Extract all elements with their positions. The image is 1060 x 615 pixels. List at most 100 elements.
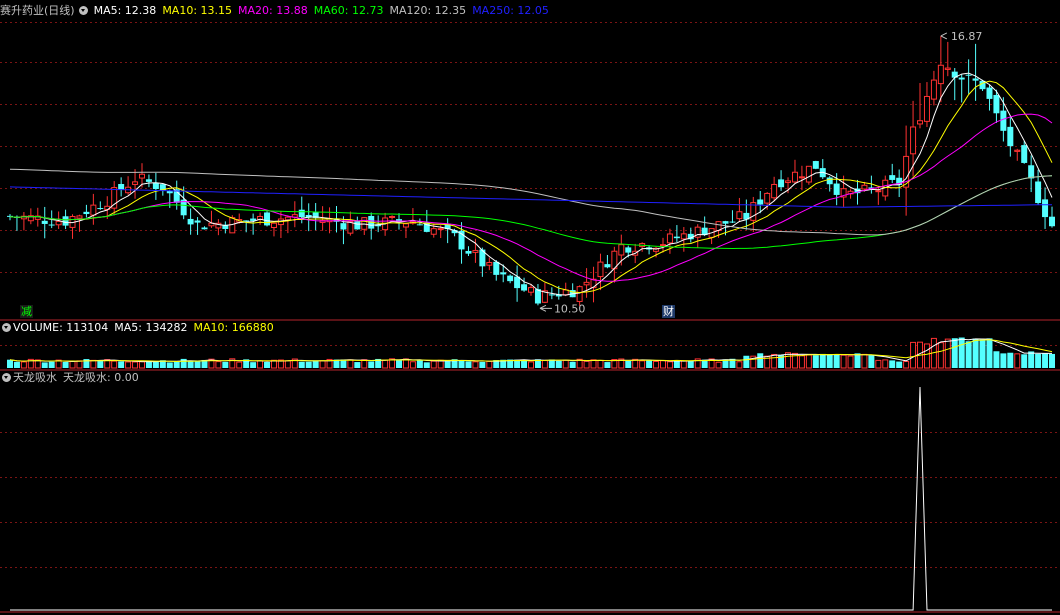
volume-bar	[76, 360, 83, 369]
candle-down	[1042, 199, 1049, 218]
candle-down	[264, 212, 271, 226]
low-label: 10.50	[554, 302, 586, 315]
volume-bar	[1007, 352, 1014, 368]
candle-up	[917, 120, 924, 125]
candle-up	[528, 287, 534, 293]
high-arrow	[940, 32, 948, 40]
candle-down	[1035, 181, 1042, 204]
candle-down	[812, 161, 819, 169]
volume-bar	[257, 360, 264, 369]
volume-bar	[312, 360, 319, 368]
volume-bar	[646, 360, 653, 368]
candle-up	[785, 180, 792, 183]
volume-bar	[382, 359, 389, 369]
volume-bar	[1042, 353, 1049, 368]
volume-ma10-line	[9, 339, 1053, 363]
volume-bar	[833, 354, 840, 368]
kline-chart[interactable]: 16.87 10.50	[0, 0, 1060, 615]
candle-down	[201, 227, 208, 230]
volume-bar	[430, 360, 437, 369]
volume-bar	[215, 361, 222, 369]
candle-up	[111, 187, 118, 209]
volume-bar	[562, 359, 569, 369]
low-arrow	[539, 304, 552, 312]
candle-up	[76, 215, 83, 219]
volume-bar	[951, 338, 958, 368]
volume-bar	[465, 361, 472, 368]
volume-bar	[486, 360, 493, 369]
candle-down	[673, 236, 680, 239]
candle-down	[833, 183, 840, 195]
volume-bar	[305, 361, 312, 368]
volume-bar	[69, 360, 76, 369]
volume-bar	[138, 361, 145, 369]
candle-up	[437, 228, 444, 231]
candle-down	[986, 87, 993, 99]
candle-down	[465, 250, 472, 254]
ma10-line	[9, 80, 1053, 294]
candle-down	[778, 179, 785, 188]
candle-up	[576, 286, 583, 302]
volume-bar	[903, 361, 910, 369]
candle-up	[1014, 149, 1021, 152]
volume-bar	[653, 360, 660, 369]
volume-bar	[798, 355, 805, 369]
volume-bar	[97, 360, 104, 368]
volume-bar	[118, 361, 125, 368]
candle-down	[965, 74, 972, 76]
candle-down	[958, 77, 965, 80]
volume-bar	[528, 361, 534, 369]
candle-up	[361, 217, 368, 230]
volume-bar	[354, 362, 361, 368]
high-label: 16.87	[951, 30, 983, 43]
volume-bar	[173, 361, 180, 368]
ma120-line	[9, 168, 1053, 236]
candle-up	[771, 183, 778, 199]
volume-bar	[1028, 351, 1035, 368]
candle-up	[791, 171, 798, 183]
candle-down	[889, 175, 896, 180]
candle-down	[722, 221, 729, 224]
volume-bar	[20, 361, 27, 369]
candle-up	[764, 192, 771, 204]
volume-bar	[347, 359, 354, 369]
volume-bar	[785, 352, 792, 369]
candle-up	[659, 244, 666, 247]
volume-bar	[194, 360, 201, 368]
volume-bar	[472, 361, 479, 369]
candle-up	[389, 215, 396, 218]
volume-bar	[715, 361, 722, 369]
volume-bar	[62, 361, 69, 368]
candle-down	[548, 294, 555, 296]
candle-up	[861, 184, 868, 190]
candle-up	[486, 262, 493, 266]
candle-down	[1000, 110, 1007, 131]
volume-bar	[583, 360, 590, 369]
candle-down	[826, 177, 833, 185]
volume-bar	[944, 338, 951, 369]
candle-down	[1021, 145, 1028, 163]
volume-bar	[840, 354, 847, 369]
candle-up	[132, 181, 139, 185]
volume-bar	[597, 359, 604, 369]
candle-down	[972, 78, 979, 81]
volume-bar	[7, 359, 13, 368]
volume-bar	[368, 361, 375, 368]
candle-up	[583, 281, 590, 286]
volume-bar	[444, 361, 451, 368]
candle-down	[507, 275, 514, 282]
candle-down	[340, 223, 347, 230]
candle-up	[55, 220, 62, 226]
volume-bar	[250, 362, 257, 368]
volume-bar	[152, 361, 159, 368]
candle-down	[145, 179, 152, 182]
ma60-line	[9, 175, 1053, 250]
candle-down	[83, 211, 90, 215]
reduce-tag[interactable]: 减	[20, 305, 33, 318]
candle-up	[430, 228, 437, 235]
volume-bar	[673, 360, 680, 368]
volume-bar	[569, 361, 576, 368]
finance-tag[interactable]: 财	[662, 305, 675, 318]
candle-up	[402, 223, 409, 228]
candle-up	[680, 233, 687, 240]
